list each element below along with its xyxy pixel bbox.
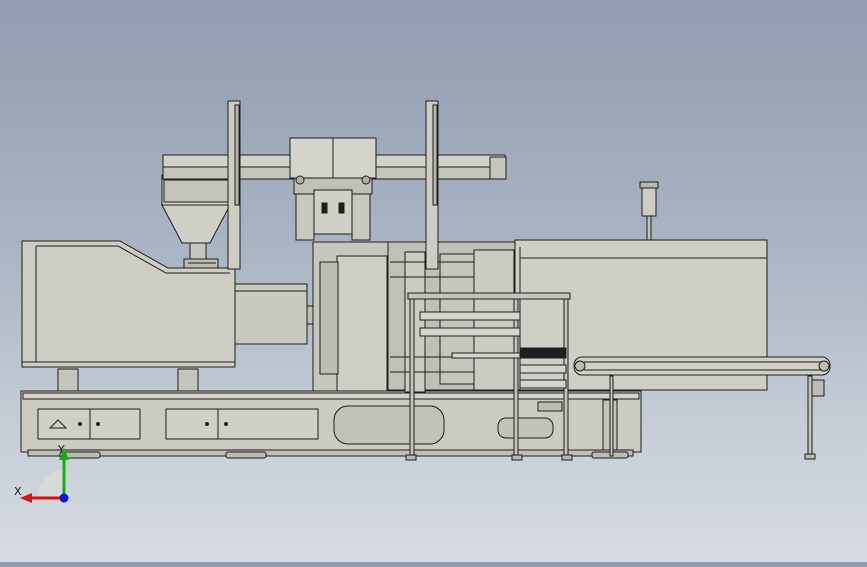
y-axis-label: Y bbox=[57, 443, 65, 456]
injection-barrel bbox=[234, 283, 308, 345]
cabinet-door-right bbox=[165, 408, 319, 440]
material-hopper bbox=[161, 174, 231, 269]
x-axis-arrowhead-icon bbox=[20, 493, 32, 503]
z-axis-dot-icon bbox=[59, 493, 69, 503]
robot-gripper bbox=[313, 189, 353, 235]
conveyor-belt bbox=[573, 356, 831, 460]
x-axis-label: X bbox=[14, 485, 22, 498]
cad-viewport[interactable] bbox=[0, 0, 867, 562]
injection-unit bbox=[21, 240, 324, 392]
signal-tower bbox=[639, 181, 659, 241]
machine-base bbox=[20, 390, 642, 459]
coordinate-triad-icon[interactable]: Y X bbox=[14, 440, 74, 510]
